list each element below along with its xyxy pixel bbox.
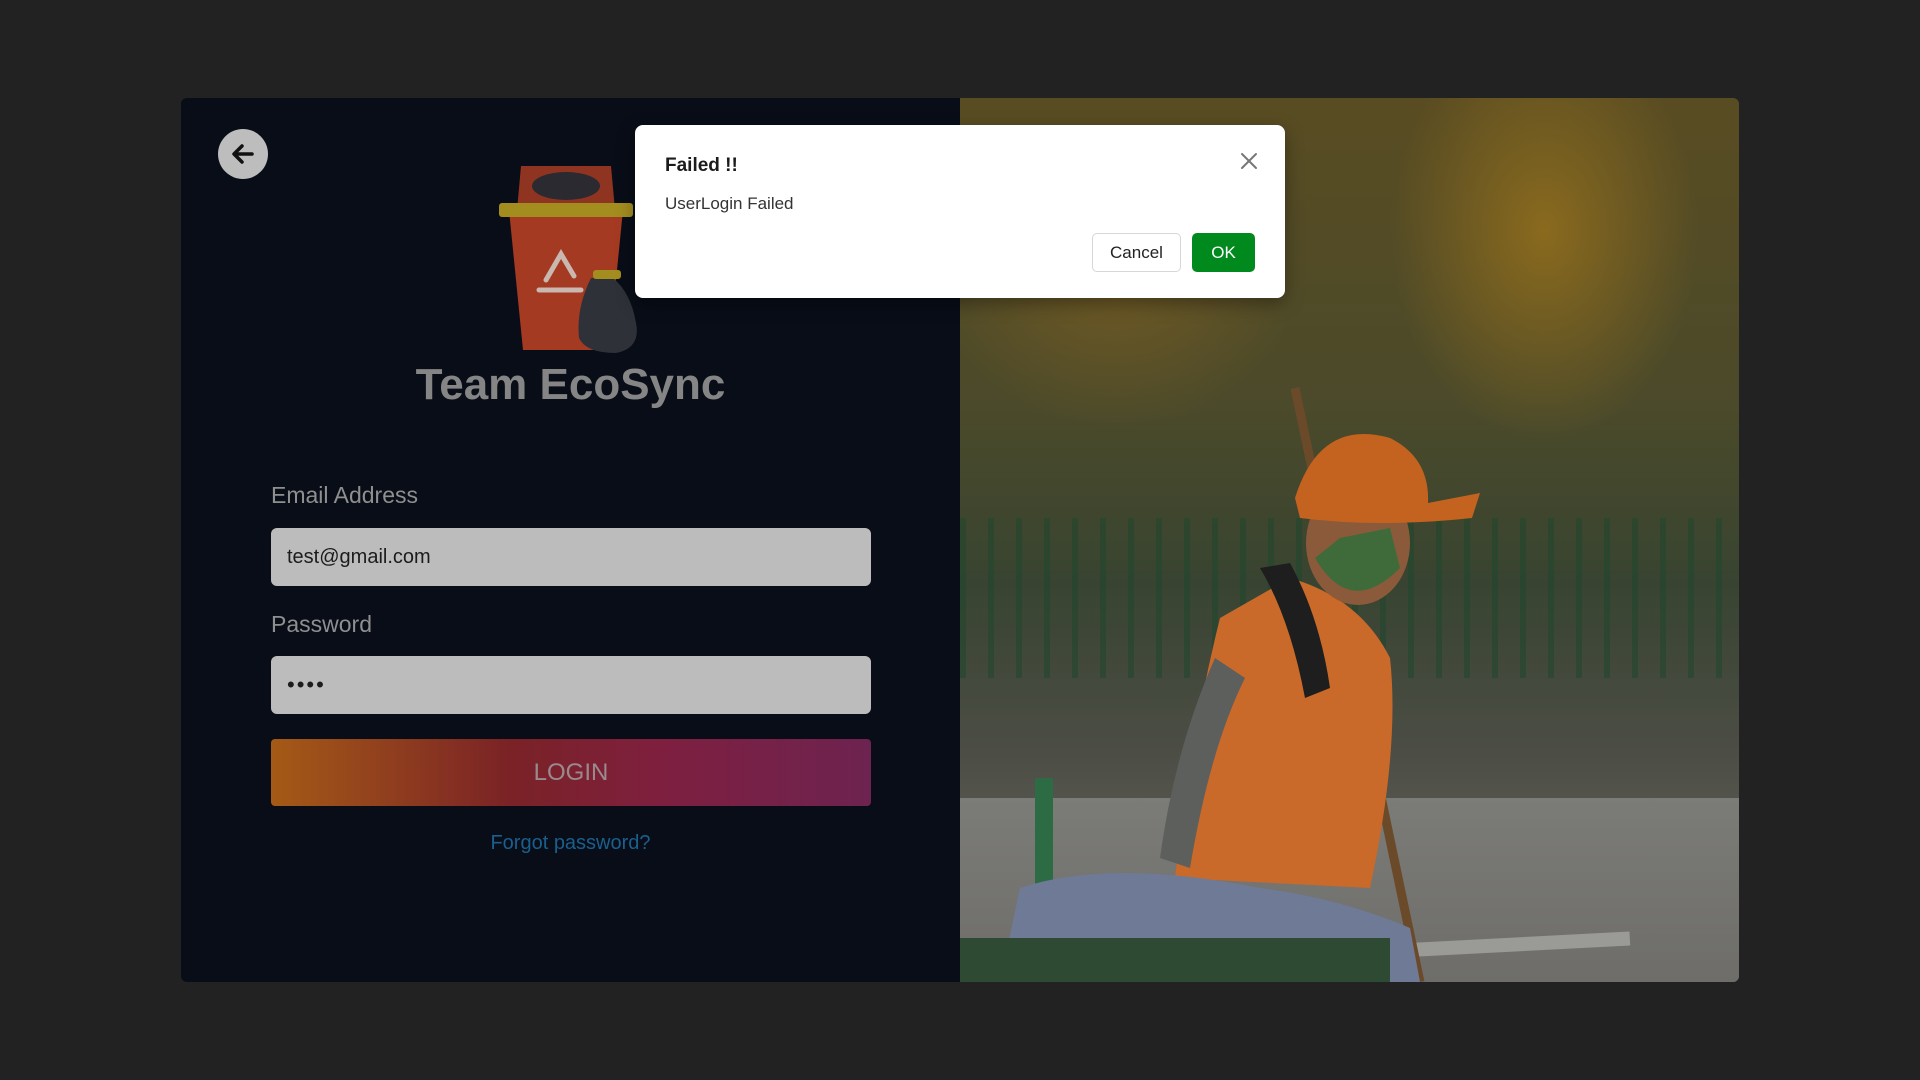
arrow-left-icon [232, 144, 254, 164]
password-field[interactable]: •••• [271, 656, 871, 714]
app-title: Team EcoSync [415, 360, 726, 409]
dialog-title: Failed !! [665, 155, 738, 176]
login-button[interactable]: LOGIN [271, 739, 871, 806]
recycle-bin-icon [499, 166, 637, 353]
back-button[interactable] [218, 129, 268, 179]
cancel-button[interactable]: Cancel [1092, 233, 1181, 272]
error-dialog: Failed !! UserLogin Failed Cancel OK [635, 125, 1285, 298]
dialog-message: UserLogin Failed [665, 194, 794, 213]
ok-button[interactable]: OK [1192, 233, 1255, 272]
close-icon[interactable] [1237, 149, 1261, 173]
email-label: Email Address [271, 482, 419, 508]
password-label: Password [271, 611, 372, 637]
email-field[interactable]: test@gmail.com [271, 528, 871, 586]
forgot-password-link[interactable]: Forgot password? [181, 832, 960, 855]
